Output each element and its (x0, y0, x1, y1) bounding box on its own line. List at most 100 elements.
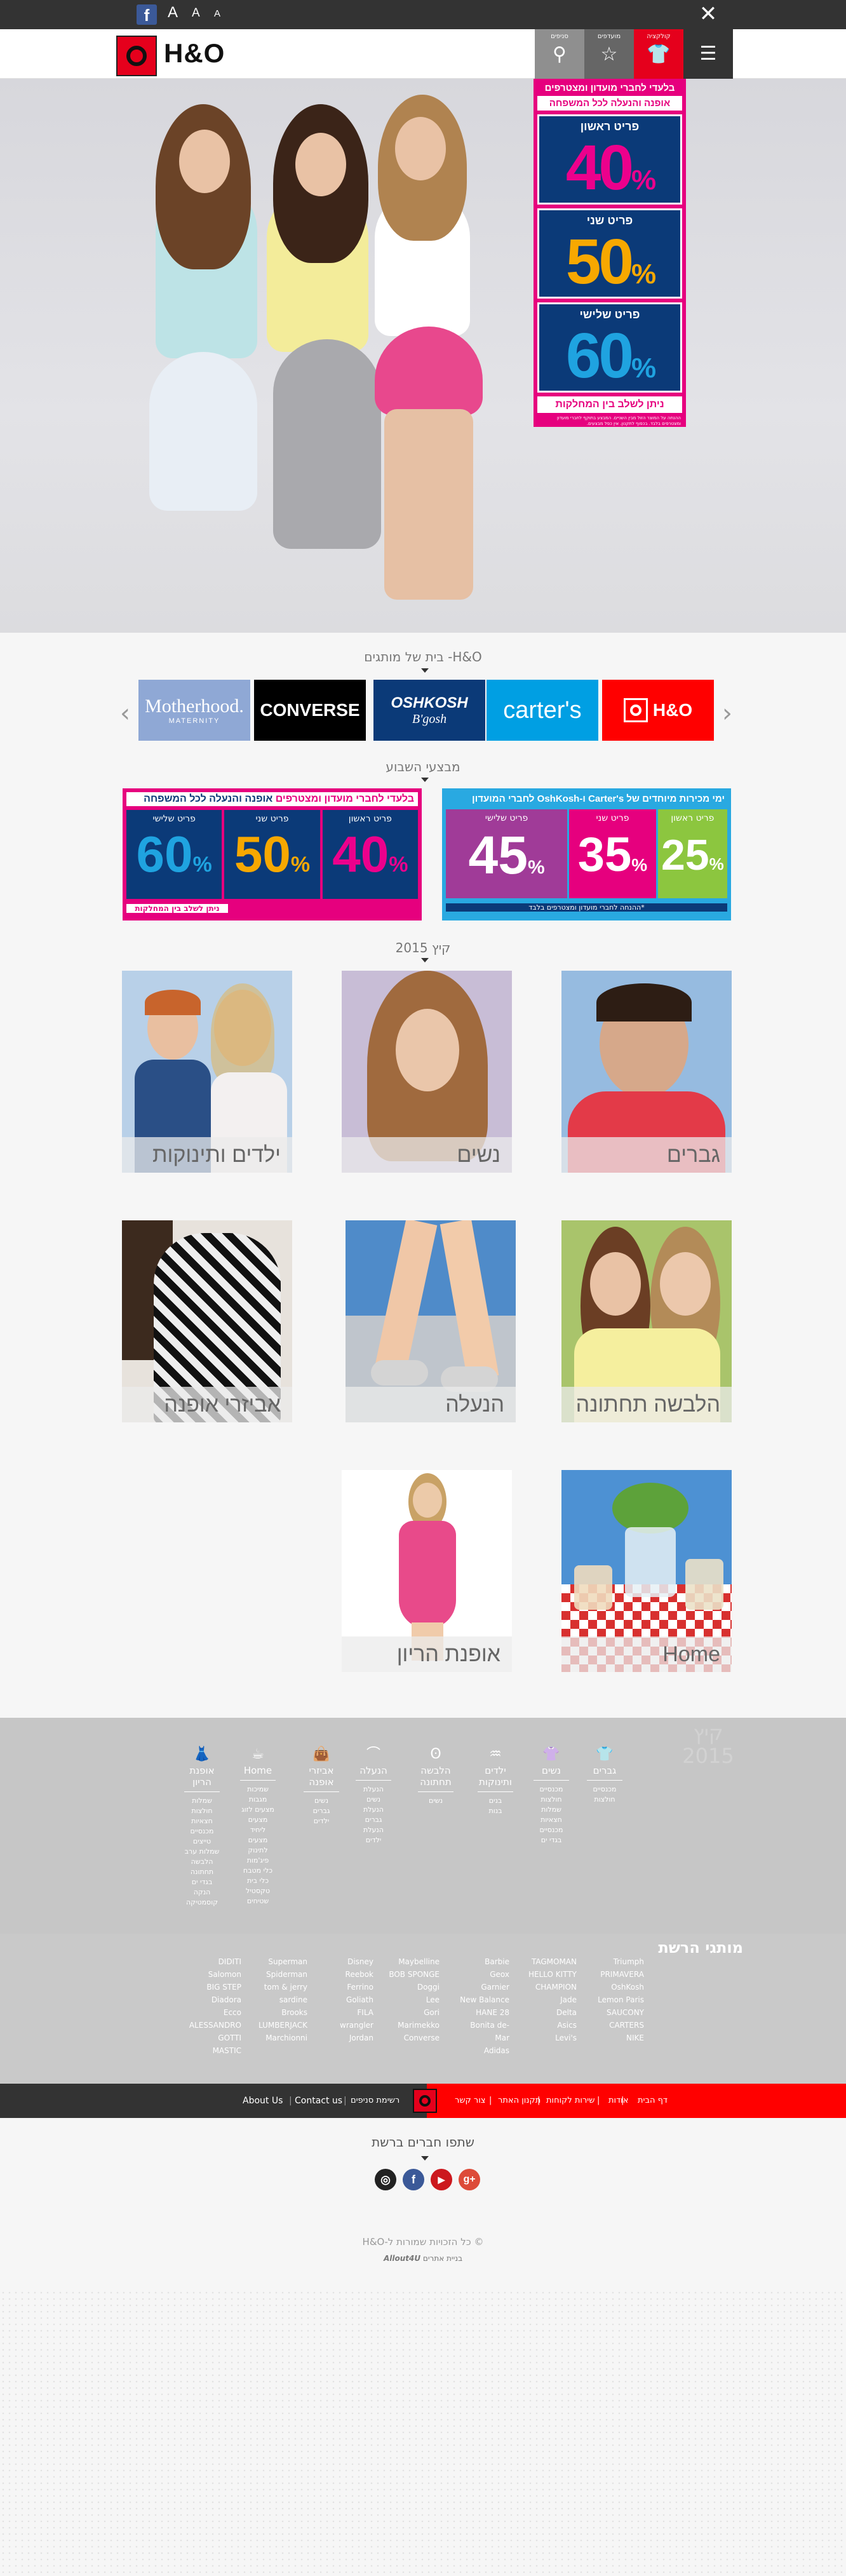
carousel-next-icon[interactable]: › (718, 699, 737, 728)
licensed-brands-column[interactable]: Triumph PRIMAVERA OshKosh Lemon Paris SAUCON… (597, 1955, 644, 2044)
favorites-button[interactable]: מועדפים ☆ (584, 29, 634, 79)
sitemap-links[interactable]: נשים (418, 1791, 453, 1806)
licensed-brands-column[interactable]: TAGMOMAN HELLO KITTY CHAMPION Jade Delta Asic… (528, 1955, 577, 2044)
deal-banner-headline: בלעדי לחברי מועדון ומצטרפים אופנה והנעלה… (126, 792, 418, 806)
footer-link-about-he[interactable]: אודות (608, 2094, 628, 2108)
brand-name: Motherhood. (145, 696, 244, 717)
licensed-brands-column[interactable]: Maybelline BOB SPONGE Doggi Lee Gori Marimekk… (385, 1955, 440, 2044)
sitemap-column-title[interactable]: הלבשה תחתונה (413, 1765, 459, 1788)
deal-item: פריט ראשון 25% (657, 809, 727, 898)
category-accessories[interactable]: אביזרי אופנה (122, 1220, 292, 1422)
font-size-large-button[interactable]: A (168, 4, 178, 22)
site-credit[interactable]: בניית אתרים Allout4U (0, 2254, 846, 2263)
footer-logo-icon[interactable] (413, 2089, 437, 2113)
facebook-icon[interactable]: f (403, 2169, 424, 2190)
menu-button[interactable]: ☰ (683, 29, 733, 79)
instagram-icon[interactable]: ◎ (375, 2169, 396, 2190)
sitemap-links[interactable]: שמיכות מגבות מצעים לזוג מצעים ליחיד מצעים לת… (240, 1780, 276, 1906)
collection-label: קולקציה (647, 33, 671, 40)
google-plus-icon[interactable]: g+ (459, 2169, 480, 2190)
promo-item-value: 40% (565, 132, 656, 203)
footer-link-contact-he[interactable]: צור קשר (455, 2094, 486, 2108)
sitemap-column-title[interactable]: גברים (582, 1765, 628, 1776)
close-icon[interactable]: ✕ (699, 1, 718, 27)
sitemap-column-title[interactable]: הנעלה (351, 1765, 396, 1776)
brand-name: H&O (652, 700, 693, 720)
sitemap-links[interactable]: בנים בנות (478, 1791, 513, 1816)
brand-name: OSHKOSH (391, 694, 468, 711)
brand-motherhood[interactable]: Motherhood. MATERNITY (138, 680, 250, 741)
model-right-shorts (375, 327, 483, 415)
stores-button[interactable]: סניפים ⚲ (535, 29, 584, 79)
sitemap-links[interactable]: הנעלת נשים הנעלת גברים הנעלת ילדים (356, 1780, 391, 1845)
footer-separator: | (289, 2096, 292, 2106)
font-size-medium-button[interactable]: A (192, 6, 200, 20)
footer-link-service[interactable]: שירות לקוחות (546, 2094, 594, 2108)
sitemap-links[interactable]: מכנסיים חולצות שמלות חצאיות מכנסיים בגדי ים (534, 1780, 569, 1845)
sitemap-watermark: קיץ 2015 (682, 1721, 734, 1768)
promo-item-third: פריט שלישי 60% (537, 302, 682, 393)
licensed-brands-column[interactable]: DIDITI Salomon BIG STEP Diadora Ecco ALESSAND… (171, 1955, 241, 2057)
credit-brand: Allout4U (383, 2254, 421, 2263)
brand-carters[interactable]: carter's (487, 680, 598, 741)
category-women[interactable]: נשים (342, 971, 512, 1173)
footer-link-home[interactable]: דף הבית (638, 2094, 668, 2108)
star-icon: ☆ (600, 43, 618, 65)
facebook-icon[interactable]: f (137, 4, 157, 25)
footer-separator: | (489, 2096, 492, 2105)
brand-ho[interactable]: H&O (602, 680, 714, 741)
sitemap-column-title[interactable]: Home (235, 1765, 281, 1776)
category-home[interactable]: Home (561, 1470, 732, 1672)
deal-item: פריט שלישי 60% (126, 810, 222, 899)
brand-converse[interactable]: CONVERSE (254, 680, 366, 741)
licensed-brands-column[interactable]: Barbie Geox Garnier New Balance HANE 28 Bonit… (456, 1955, 509, 2057)
deal-banner-footer: *ההנחה לחברי מועדון ומצטרפים בלבד (446, 903, 727, 912)
category-men[interactable]: גברים (561, 971, 732, 1173)
sitemap-column-title[interactable]: אופנת הריון (179, 1765, 225, 1788)
category-label: אביזרי אופנה (122, 1387, 292, 1422)
deal-banner-headline: ימי מכירות מיוחדים של Carter's ו-OshKosh… (472, 793, 725, 804)
category-shoes[interactable]: הנעלה (346, 1220, 516, 1422)
category-kids[interactable]: ילדים ותינוקות (122, 971, 292, 1173)
deal-banner-club[interactable]: בלעדי לחברי מועדון ומצטרפים אופנה והנעלה… (123, 788, 422, 920)
credit-prefix: בניית אתרים (422, 2254, 463, 2263)
hero-promo-panel[interactable]: בלעדי לחברי מועדון ומצטרפים אופנה והנעלה… (534, 79, 686, 427)
brand-oshkosh[interactable]: OSHKOSH B'gosh (373, 680, 485, 741)
category-maternity[interactable]: אופנת הריון (342, 1470, 512, 1672)
footer-link-stores[interactable]: רשימת סניפים (351, 2094, 399, 2108)
carousel-prev-icon[interactable]: ‹ (116, 699, 135, 728)
licensed-brands-column[interactable]: Superman Spiderman tom & jerry sardine Brook… (253, 1955, 307, 2044)
footer-link-contact[interactable]: Contact us (295, 2094, 342, 2108)
promo-footer: ניתן לשלב בין המחלקות (537, 396, 682, 413)
deal-banner-footer: ניתן לשלב בין המחלקות (126, 904, 228, 913)
category-label: אופנת הריון (342, 1636, 512, 1672)
category-label: נשים (342, 1137, 512, 1173)
chevron-down-icon (421, 2156, 429, 2161)
footer-link-terms[interactable]: תקנון האתר (498, 2094, 540, 2108)
model-left-pants (149, 352, 257, 511)
deal-item: פריט שני 35% (569, 809, 656, 898)
youtube-icon[interactable]: ▶ (431, 2169, 452, 2190)
licensed-brands-column[interactable]: Disney Reebok Ferrino Goliath FILA wrangler Jo… (328, 1955, 373, 2044)
promo-item-title: פריט ראשון (580, 120, 640, 133)
category-photo (396, 1009, 459, 1091)
sitemap-links[interactable]: נשים גברים ילדים (304, 1791, 339, 1826)
category-underwear[interactable]: הלבשה תחתונה (561, 1220, 732, 1422)
logo-ring (126, 46, 147, 66)
collection-button[interactable]: קולקציה 👕 (634, 29, 683, 79)
sitemap-links[interactable]: שמלות חולצות חצאיות מכנסיים טייצים שמלות ערב ה… (184, 1791, 220, 1908)
sitemap-column-title[interactable]: אביזרי אופנה (299, 1765, 344, 1788)
background-pattern (0, 2289, 846, 2576)
sitemap-links[interactable]: מכנסיים חולצות (587, 1780, 622, 1805)
sitemap-column-title[interactable]: ילדים ותינוקות (473, 1765, 518, 1788)
footer-link-about[interactable]: About Us (243, 2094, 283, 2108)
hero-banner[interactable] (0, 79, 846, 633)
font-size-small-button[interactable]: A (214, 8, 220, 19)
shirt-icon: 👕 (596, 1746, 614, 1762)
blouse-icon: 👚 (542, 1746, 560, 1762)
deal-banner-carters[interactable]: ימי מכירות מיוחדים של Carter's ו-OshKosh… (442, 788, 731, 920)
sitemap-column-title[interactable]: נשים (528, 1765, 574, 1776)
shoe-icon: ⌒ (366, 1746, 380, 1762)
model-right-legs (384, 409, 473, 600)
logo-text[interactable]: H&O (164, 38, 225, 69)
